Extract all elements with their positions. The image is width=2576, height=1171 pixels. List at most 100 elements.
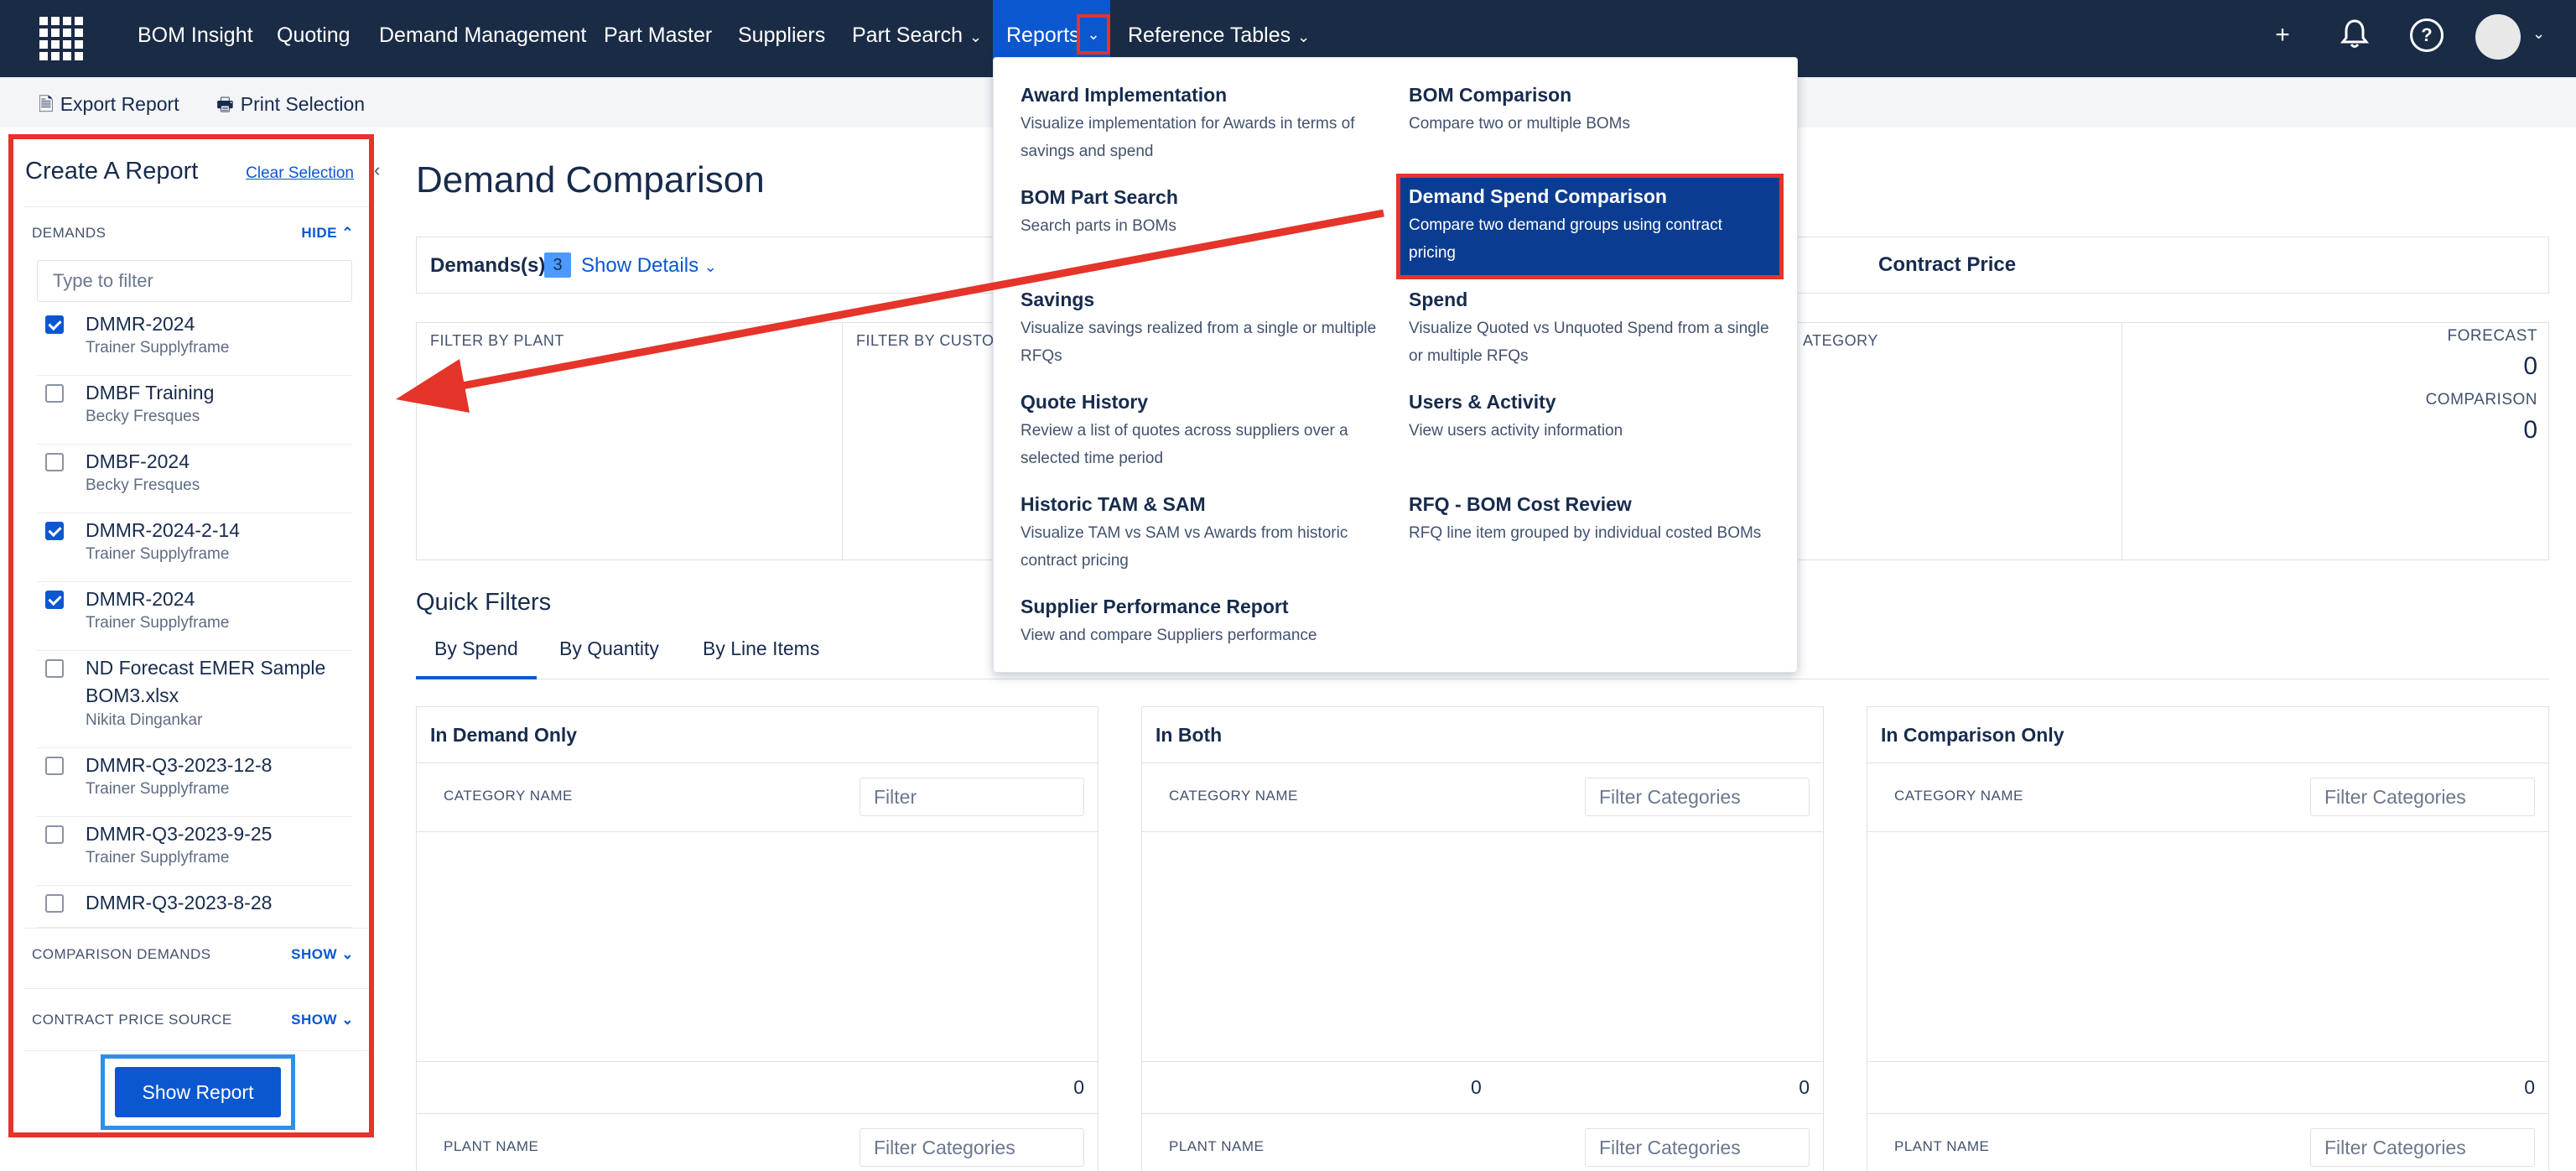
- reports-chevron-down-icon[interactable]: ⌄: [1077, 14, 1110, 55]
- demand-value: 0: [1471, 1076, 1482, 1098]
- show-report-button[interactable]: Show Report: [115, 1067, 281, 1117]
- category-filter-input[interactable]: Filter: [860, 778, 1084, 816]
- divider: [417, 1113, 1098, 1114]
- comparison-demands-show-toggle[interactable]: SHOW ⌄: [291, 946, 354, 963]
- menu-item-rfq-bom-cost-review[interactable]: RFQ - BOM Cost Review RFQ line item grou…: [1409, 491, 1769, 547]
- plant-filter-input[interactable]: Filter Categories: [1585, 1128, 1810, 1167]
- menu-item-bom-comparison[interactable]: BOM Comparison Compare two or multiple B…: [1409, 81, 1769, 138]
- chevron-up-icon: ⌃: [341, 225, 354, 241]
- category-filter-input[interactable]: Filter Categories: [2310, 778, 2535, 816]
- demand-owner: Trainer Supplyframe: [86, 780, 230, 798]
- menu-item-demand-spend-comparison[interactable]: Demand Spend Comparison Compare two dema…: [1396, 174, 1784, 279]
- menu-item-title: Historic TAM & SAM: [1021, 493, 1206, 515]
- demand-owner: Trainer Supplyframe: [86, 339, 230, 357]
- list-item[interactable]: DMMR-2024 Trainer Supplyframe: [37, 307, 352, 376]
- comparison-demands-label: COMPARISON DEMANDS: [32, 946, 211, 962]
- demand-owner: Nikita Dingankar: [86, 711, 203, 729]
- help-icon[interactable]: ?: [2410, 18, 2444, 52]
- plant-name-header: PLANT NAME: [444, 1138, 539, 1154]
- tab-by-quantity[interactable]: By Quantity: [559, 638, 659, 660]
- panel-in-comparison-only: In Comparison Only CATEGORY NAME Filter …: [1867, 706, 2549, 1171]
- checkbox[interactable]: [45, 825, 64, 844]
- plant-filter-input[interactable]: Filter Categories: [860, 1128, 1084, 1167]
- nav-part-master[interactable]: Part Master: [604, 0, 712, 70]
- plant-filter-input[interactable]: Filter Categories: [2310, 1128, 2535, 1167]
- menu-item-desc: Compare two demand groups using contract…: [1409, 216, 1722, 262]
- demand-name: DMMR-2024: [86, 588, 195, 610]
- plant-name-header: PLANT NAME: [1894, 1138, 1990, 1154]
- list-item[interactable]: DMMR-Q3-2023-12-8 Trainer Supplyframe: [37, 748, 352, 817]
- checkbox[interactable]: [45, 315, 64, 334]
- menu-item-supplier-performance-report[interactable]: Supplier Performance Report View and com…: [1021, 593, 1381, 649]
- list-item[interactable]: DMMR-2024 Trainer Supplyframe: [37, 582, 352, 651]
- menu-item-title: RFQ - BOM Cost Review: [1409, 493, 1632, 515]
- total-value: 0: [2524, 1076, 2535, 1098]
- category-name-header: CATEGORY NAME: [1894, 788, 2023, 804]
- panel-title: In Comparison Only: [1881, 724, 2064, 746]
- nav-bom-insight[interactable]: BOM Insight: [138, 0, 253, 70]
- checkbox[interactable]: [45, 894, 64, 913]
- plus-icon[interactable]: +: [2266, 18, 2299, 52]
- chevron-down-icon: ⌄: [341, 1012, 354, 1028]
- export-report-button[interactable]: 🗎 Export Report: [39, 91, 179, 122]
- panel-in-both: In Both CATEGORY NAME Filter Categories …: [1141, 706, 1824, 1171]
- demand-owner: Trainer Supplyframe: [86, 614, 230, 632]
- tab-by-spend[interactable]: By Spend: [434, 638, 518, 660]
- checkbox[interactable]: [45, 659, 64, 678]
- panel-title: In Both: [1156, 724, 1223, 746]
- collapse-sidebar-chevron-icon[interactable]: ‹: [374, 159, 380, 181]
- show-details-link[interactable]: Show Details ⌄: [581, 254, 717, 278]
- print-selection-button[interactable]: 🖶 Print Selection: [216, 91, 365, 122]
- divider: [417, 762, 1098, 763]
- nav-quoting[interactable]: Quoting: [277, 0, 351, 70]
- checkbox[interactable]: [45, 522, 64, 540]
- menu-item-historic-tam-sam[interactable]: Historic TAM & SAM Visualize TAM vs SAM …: [1021, 491, 1381, 575]
- clear-selection-link[interactable]: Clear Selection: [246, 164, 354, 183]
- checkbox[interactable]: [45, 591, 64, 609]
- demands-count-badge: 3: [544, 252, 571, 278]
- tab-by-line-items[interactable]: By Line Items: [703, 638, 819, 660]
- menu-item-spend[interactable]: Spend Visualize Quoted vs Unquoted Spend…: [1409, 286, 1769, 370]
- bell-icon[interactable]: [2338, 18, 2371, 52]
- page-title: Demand Comparison: [416, 159, 765, 200]
- list-item[interactable]: ND Forecast EMER Sample BOM3.xlsx Nikita…: [37, 651, 352, 748]
- nav-part-search-label: Part Search: [852, 23, 963, 47]
- reports-dropdown-menu: Award Implementation Visualize implement…: [993, 57, 1798, 673]
- checkbox[interactable]: [45, 384, 64, 403]
- contract-price-source-show-toggle[interactable]: SHOW ⌄: [291, 1012, 354, 1028]
- menu-item-desc: Review a list of quotes across suppliers…: [1021, 422, 1348, 467]
- menu-item-bom-part-search[interactable]: BOM Part Search Search parts in BOMs: [1021, 184, 1381, 240]
- chevron-down-icon[interactable]: ⌄: [2532, 25, 2545, 43]
- list-item[interactable]: DMBF-2024 Becky Fresques: [37, 445, 352, 513]
- print-selection-label: Print Selection: [240, 93, 366, 115]
- app-logo-icon[interactable]: [39, 17, 83, 60]
- menu-item-quote-history[interactable]: Quote History Review a list of quotes ac…: [1021, 388, 1381, 472]
- nav-part-search[interactable]: Part Search ⌄: [852, 0, 982, 70]
- avatar[interactable]: [2475, 14, 2521, 60]
- list-item[interactable]: DMMR-2024-2-14 Trainer Supplyframe: [37, 513, 352, 582]
- quick-filters-heading: Quick Filters: [416, 589, 552, 616]
- menu-item-savings[interactable]: Savings Visualize savings realized from …: [1021, 286, 1381, 370]
- nav-demand-management[interactable]: Demand Management: [379, 0, 586, 70]
- list-item[interactable]: DMBF Training Becky Fresques: [37, 376, 352, 445]
- demand-owner: Becky Fresques: [86, 408, 200, 425]
- divider: [23, 206, 369, 207]
- demands-filter-input[interactable]: Type to filter: [37, 260, 352, 302]
- nav-suppliers[interactable]: Suppliers: [738, 0, 825, 70]
- demand-name: DMBF-2024: [86, 450, 190, 472]
- printer-icon: 🖶: [216, 94, 234, 115]
- checkbox[interactable]: [45, 453, 64, 471]
- checkbox[interactable]: [45, 757, 64, 775]
- demands-label: Demands(s): [430, 254, 546, 277]
- demands-hide-toggle[interactable]: HIDE ⌃: [301, 225, 354, 242]
- menu-item-users-activity[interactable]: Users & Activity View users activity inf…: [1409, 388, 1769, 445]
- demand-owner: Trainer Supplyframe: [86, 545, 230, 563]
- comparison-value: 0: [1799, 1076, 1810, 1098]
- list-item[interactable]: DMMR-Q3-2023-8-28: [37, 886, 352, 928]
- category-filter-input[interactable]: Filter Categories: [1585, 778, 1810, 816]
- menu-item-award-implementation[interactable]: Award Implementation Visualize implement…: [1021, 81, 1381, 165]
- demand-owner: Trainer Supplyframe: [86, 849, 230, 867]
- list-item[interactable]: DMMR-Q3-2023-9-25 Trainer Supplyframe: [37, 817, 352, 886]
- menu-item-title: Award Implementation: [1021, 84, 1228, 106]
- forecast-value: 0: [2523, 352, 2537, 380]
